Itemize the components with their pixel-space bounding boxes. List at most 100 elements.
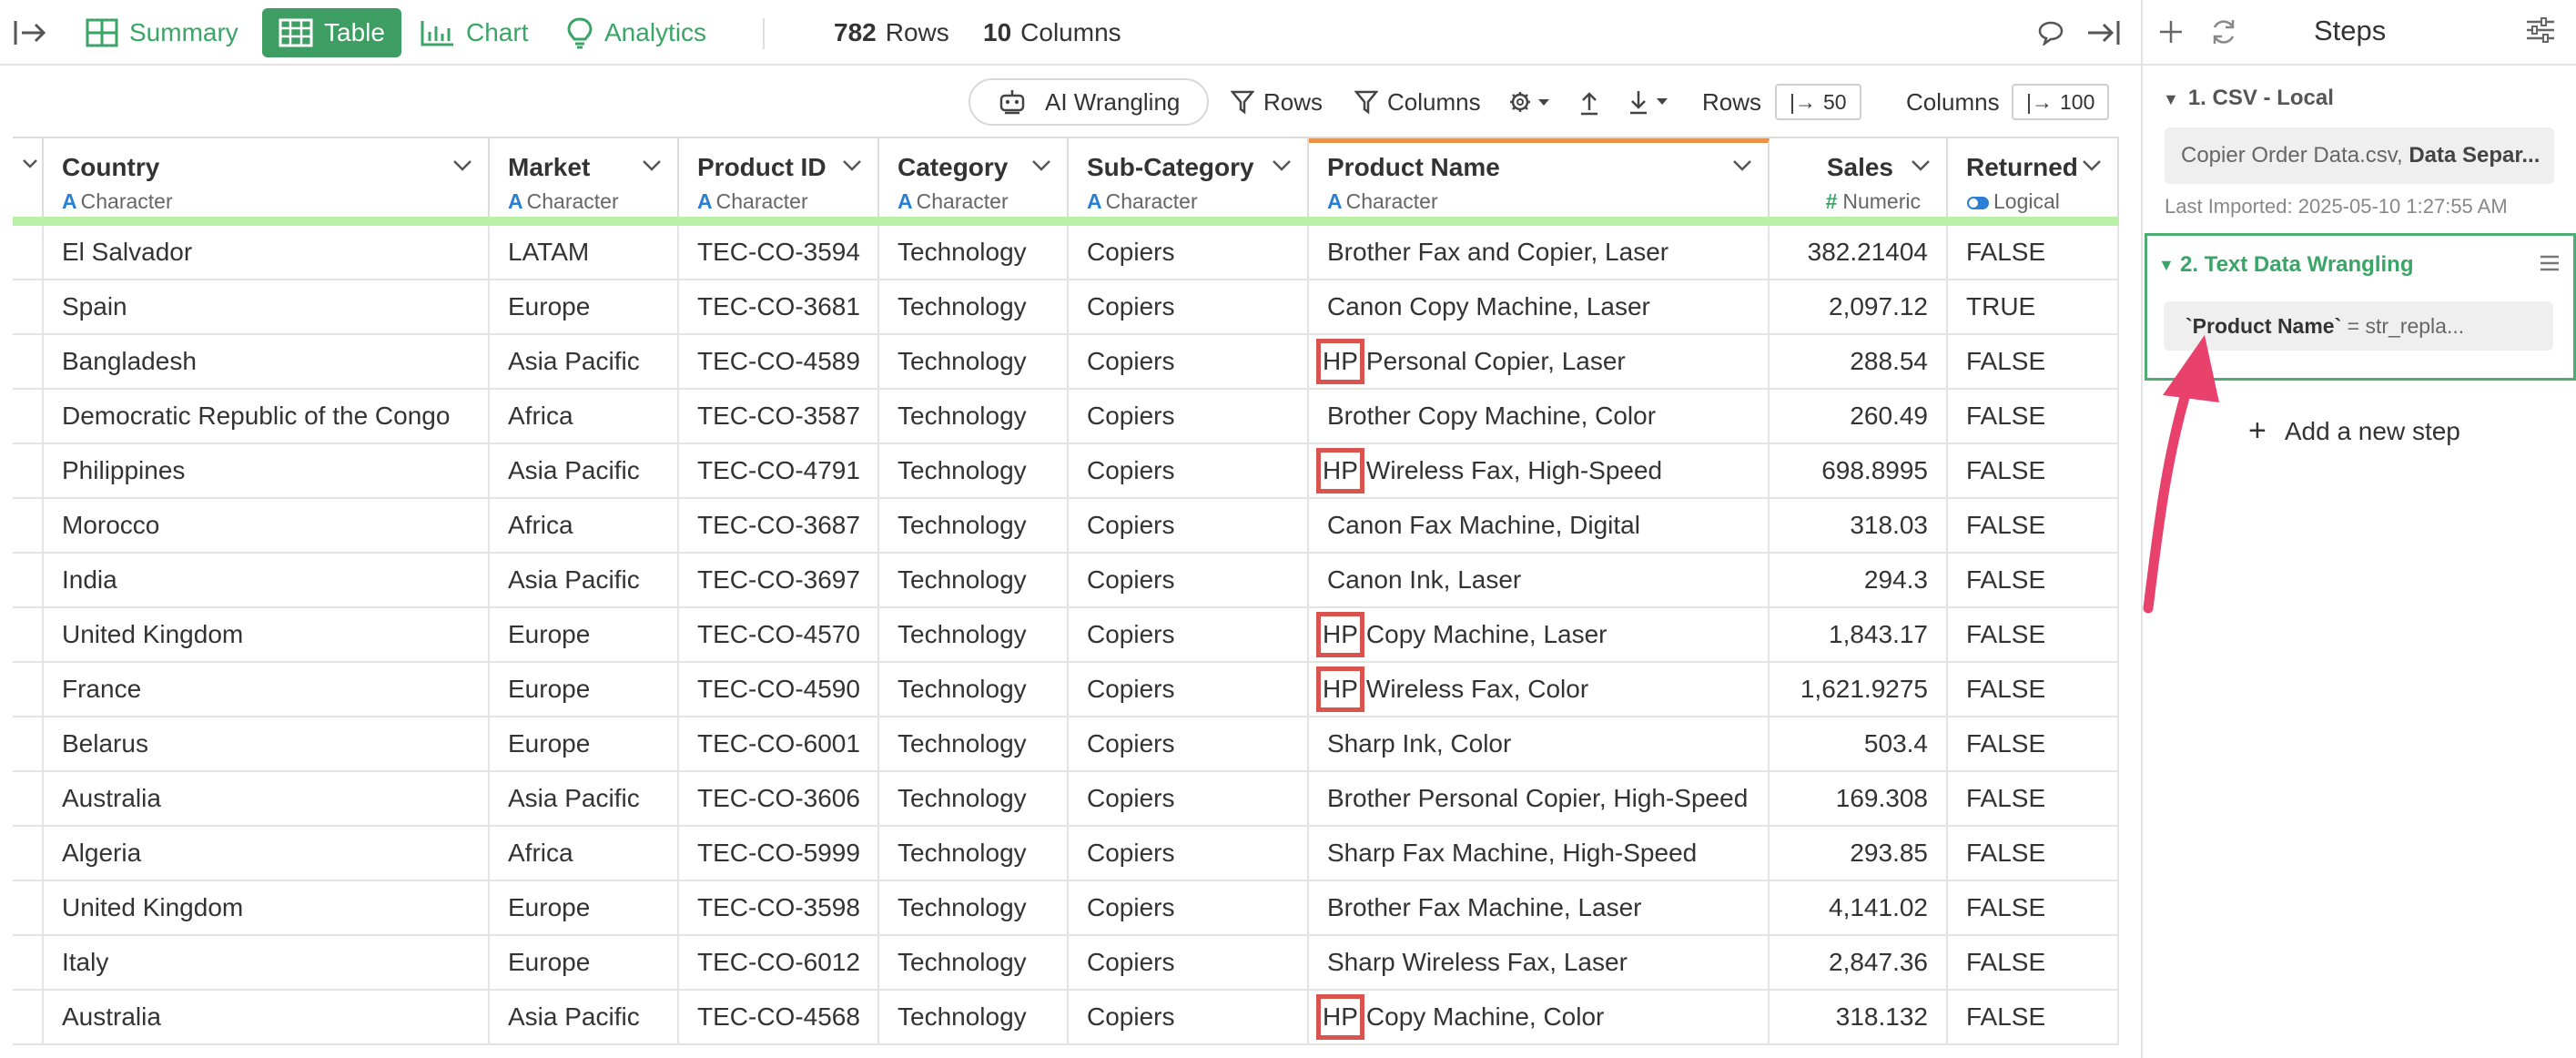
cell-sales[interactable]: 382.21404 <box>1770 226 1948 279</box>
cell-market[interactable]: Africa <box>490 499 679 552</box>
cell-market[interactable]: Europe <box>490 663 679 716</box>
column-header-returned[interactable]: Returned Logical <box>1948 138 2119 217</box>
cell-returned[interactable]: FALSE <box>1948 772 2119 825</box>
cell-sub-category[interactable]: Copiers <box>1069 881 1309 934</box>
table-row[interactable]: Italy Europe TEC-CO-6012 Technology Copiers S… <box>13 936 2119 991</box>
cell-product-id[interactable]: TEC-CO-6012 <box>679 936 879 989</box>
cell-market[interactable]: Europe <box>490 936 679 989</box>
cell-product-id[interactable]: TEC-CO-6001 <box>679 717 879 770</box>
cell-sales[interactable]: 698.8995 <box>1770 444 1948 497</box>
table-row[interactable]: United Kingdom Europe TEC-CO-3598 Technolog… <box>13 881 2119 936</box>
cell-sub-category[interactable]: Copiers <box>1069 335 1309 388</box>
cell-product-name[interactable]: HP Copy Machine, Laser <box>1309 608 1770 661</box>
cell-market[interactable]: Europe <box>490 717 679 770</box>
cell-sub-category[interactable]: Copiers <box>1069 717 1309 770</box>
cell-category[interactable]: Technology <box>879 772 1069 825</box>
sort-ascending-icon[interactable] <box>1578 66 1600 138</box>
table-row[interactable]: Australia Asia Pacific TEC-CO-4568 Technolo… <box>13 991 2119 1045</box>
cell-category[interactable]: Technology <box>879 390 1069 443</box>
tab-table[interactable]: Table <box>262 8 401 57</box>
cell-market[interactable]: Europe <box>490 608 679 661</box>
tab-analytics[interactable]: Analytics <box>566 0 706 66</box>
cell-returned[interactable]: FALSE <box>1948 226 2119 279</box>
cell-sub-category[interactable]: Copiers <box>1069 827 1309 880</box>
cell-market[interactable]: Asia Pacific <box>490 991 679 1043</box>
cell-product-name[interactable]: HP Personal Copier, Laser <box>1309 335 1770 388</box>
cell-product-name[interactable]: Canon Copy Machine, Laser <box>1309 280 1770 333</box>
column-header-sub-category[interactable]: Sub-Category A Character <box>1069 138 1309 217</box>
menu-icon[interactable] <box>2539 254 2561 272</box>
cell-sales[interactable]: 503.4 <box>1770 717 1948 770</box>
cell-returned[interactable]: FALSE <box>1948 554 2119 606</box>
cell-returned[interactable]: FALSE <box>1948 335 2119 388</box>
cell-category[interactable]: Technology <box>879 554 1069 606</box>
cell-product-id[interactable]: TEC-CO-3598 <box>679 881 879 934</box>
cell-sub-category[interactable]: Copiers <box>1069 608 1309 661</box>
cell-product-id[interactable]: TEC-CO-4590 <box>679 663 879 716</box>
cell-sub-category[interactable]: Copiers <box>1069 280 1309 333</box>
cell-sales[interactable]: 293.85 <box>1770 827 1948 880</box>
cell-returned[interactable]: FALSE <box>1948 991 2119 1043</box>
table-row[interactable]: Algeria Africa TEC-CO-5999 Technology Copier… <box>13 827 2119 881</box>
cell-product-name[interactable]: HP Wireless Fax, Color <box>1309 663 1770 716</box>
cell-returned[interactable]: FALSE <box>1948 444 2119 497</box>
cell-category[interactable]: Technology <box>879 991 1069 1043</box>
cell-sub-category[interactable]: Copiers <box>1069 444 1309 497</box>
cell-returned[interactable]: FALSE <box>1948 717 2119 770</box>
cell-product-id[interactable]: TEC-CO-5999 <box>679 827 879 880</box>
cell-sub-category[interactable]: Copiers <box>1069 991 1309 1043</box>
cell-market[interactable]: Asia Pacific <box>490 554 679 606</box>
cell-returned[interactable]: TRUE <box>1948 280 2119 333</box>
table-row[interactable]: El Salvador LATAM TEC-CO-3594 Technology Cop… <box>13 226 2119 280</box>
cell-sales[interactable]: 4,141.02 <box>1770 881 1948 934</box>
cell-category[interactable]: Technology <box>879 335 1069 388</box>
rows-filter-button[interactable]: Rows <box>1231 66 1323 138</box>
chevron-down-icon[interactable] <box>1271 158 1293 173</box>
cell-product-id[interactable]: TEC-CO-3697 <box>679 554 879 606</box>
step-1-detail[interactable]: Copier Order Data.csv, Data Separ... <box>2165 127 2554 184</box>
cell-country[interactable]: Algeria <box>44 827 490 880</box>
cell-sub-category[interactable]: Copiers <box>1069 936 1309 989</box>
add-step-button[interactable]: + Add a new step <box>2248 413 2460 449</box>
chevron-down-icon[interactable] <box>1731 158 1753 173</box>
chevron-down-icon[interactable] <box>841 158 863 173</box>
cell-sales[interactable]: 288.54 <box>1770 335 1948 388</box>
tab-summary[interactable]: Summary <box>86 0 238 66</box>
cell-country[interactable]: Bangladesh <box>44 335 490 388</box>
collapse-right-icon[interactable] <box>2086 0 2121 66</box>
cell-market[interactable]: Asia Pacific <box>490 444 679 497</box>
cell-sales[interactable]: 2,847.36 <box>1770 936 1948 989</box>
cell-sales[interactable]: 318.132 <box>1770 991 1948 1043</box>
cell-product-name[interactable]: HP Copy Machine, Color <box>1309 991 1770 1043</box>
cell-sub-category[interactable]: Copiers <box>1069 663 1309 716</box>
cell-product-name[interactable]: Brother Personal Copier, High-Speed <box>1309 772 1770 825</box>
cell-market[interactable]: Europe <box>490 280 679 333</box>
cell-sales[interactable]: 318.03 <box>1770 499 1948 552</box>
column-header-sales[interactable]: Sales # Numeric <box>1770 138 1948 217</box>
chevron-down-icon[interactable] <box>2081 158 2103 173</box>
cell-country[interactable]: El Salvador <box>44 226 490 279</box>
cell-sales[interactable]: 169.308 <box>1770 772 1948 825</box>
chevron-down-icon[interactable] <box>451 158 473 173</box>
cell-product-id[interactable]: TEC-CO-4589 <box>679 335 879 388</box>
columns-limit-input[interactable]: |→ 100 <box>2012 84 2110 120</box>
cell-market[interactable]: LATAM <box>490 226 679 279</box>
table-row[interactable]: Philippines Asia Pacific TEC-CO-4791 Techno… <box>13 444 2119 499</box>
cell-returned[interactable]: FALSE <box>1948 936 2119 989</box>
plus-icon[interactable] <box>2157 18 2185 46</box>
cell-sales[interactable]: 1,843.17 <box>1770 608 1948 661</box>
table-row[interactable]: Australia Asia Pacific TEC-CO-3606 Technolo… <box>13 772 2119 827</box>
cell-category[interactable]: Technology <box>879 608 1069 661</box>
comment-icon[interactable] <box>2037 0 2064 66</box>
cell-product-name[interactable]: Brother Copy Machine, Color <box>1309 390 1770 443</box>
sliders-icon[interactable] <box>2525 16 2556 44</box>
ai-wrangling-button[interactable]: AI Wrangling <box>969 78 1210 126</box>
cell-product-name[interactable]: Sharp Wireless Fax, Laser <box>1309 936 1770 989</box>
chevron-down-icon[interactable] <box>641 158 663 173</box>
table-row[interactable]: Morocco Africa TEC-CO-3687 Technology Copier… <box>13 499 2119 554</box>
cell-product-id[interactable]: TEC-CO-3687 <box>679 499 879 552</box>
cell-sales[interactable]: 260.49 <box>1770 390 1948 443</box>
cell-product-id[interactable]: TEC-CO-4791 <box>679 444 879 497</box>
cell-country[interactable]: Australia <box>44 991 490 1043</box>
cell-returned[interactable]: FALSE <box>1948 881 2119 934</box>
